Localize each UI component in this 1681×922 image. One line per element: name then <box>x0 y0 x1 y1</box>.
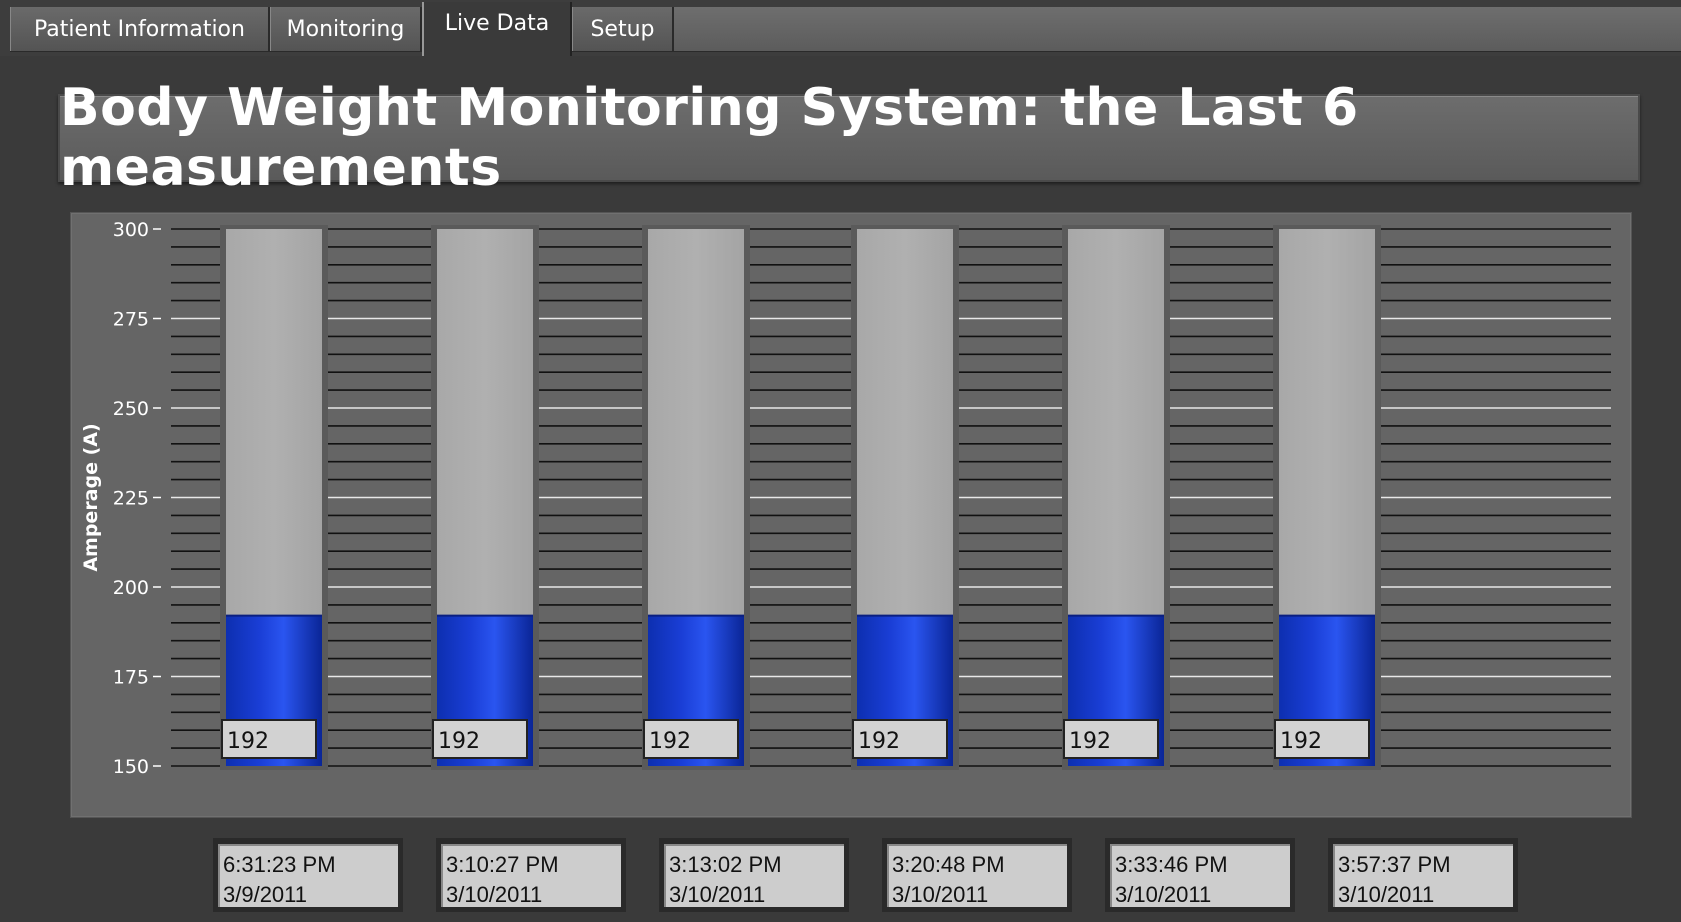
amperage-bar-chart: 150 175 200 225 250 275 300 Amperage (A) 192 192 1… <box>80 219 1611 778</box>
y-tick-label: 175 <box>113 667 149 689</box>
timestamp-box: 3:10:27 PM 3/10/2011 <box>436 838 626 912</box>
tab-setup[interactable]: Setup <box>572 7 674 51</box>
timestamp-time: 6:31:23 PM <box>223 852 336 877</box>
timestamp-date: 3/10/2011 <box>669 882 766 907</box>
timestamp-box: 3:20:48 PM 3/10/2011 <box>882 838 1072 912</box>
bar-value-label: 192 <box>438 729 480 754</box>
timestamp-box: 3:33:46 PM 3/10/2011 <box>1105 838 1295 912</box>
y-tick-label: 300 <box>113 219 149 241</box>
y-tick-label: 200 <box>113 577 149 599</box>
tab-live-data[interactable]: Live Data <box>422 2 572 58</box>
timestamp-display: 3:13:02 PM 3/10/2011 <box>664 844 844 907</box>
tab-monitoring[interactable]: Monitoring <box>270 7 422 51</box>
timestamp-time: 3:13:02 PM <box>669 852 782 877</box>
page-title: Body Weight Monitoring System: the Last … <box>60 78 1359 198</box>
y-tick-label: 275 <box>113 309 149 331</box>
timestamp-time: 3:33:46 PM <box>1115 852 1228 877</box>
timestamp-display: 3:20:48 PM 3/10/2011 <box>887 844 1067 907</box>
timestamp-display: 3:57:37 PM 3/10/2011 <box>1333 844 1513 907</box>
timestamp-time: 3:57:37 PM <box>1338 852 1451 877</box>
bar-value-label: 192 <box>227 729 269 754</box>
y-tick-label: 250 <box>113 398 149 420</box>
chart-panel: 150 175 200 225 250 275 300 Amperage (A) 192 192 1… <box>70 212 1632 818</box>
timestamp-time: 3:20:48 PM <box>892 852 1005 877</box>
timestamp-time: 3:10:27 PM <box>446 852 559 877</box>
bar-value-label: 192 <box>649 729 691 754</box>
timestamp-box: 3:57:37 PM 3/10/2011 <box>1328 838 1518 912</box>
timestamp-date: 3/9/2011 <box>223 882 308 907</box>
bar-value-label: 192 <box>858 729 900 754</box>
timestamp-date: 3/10/2011 <box>446 882 543 907</box>
title-banner: Body Weight Monitoring System: the Last … <box>58 78 1640 198</box>
timestamp-box: 3:13:02 PM 3/10/2011 <box>659 838 849 912</box>
timestamp-box: 6:31:23 PM 3/9/2011 <box>213 838 403 912</box>
timestamp-date: 3/10/2011 <box>892 882 989 907</box>
y-tick-label: 150 <box>113 756 149 778</box>
y-axis-label: Amperage (A) <box>80 423 102 571</box>
bar-value-label: 192 <box>1069 729 1111 754</box>
timestamp-date: 3/10/2011 <box>1338 882 1435 907</box>
tab-bar: Patient Information Monitoring Live Data… <box>0 0 1681 58</box>
timestamp-display: 3:10:27 PM 3/10/2011 <box>441 844 621 907</box>
timestamp-date: 3/10/2011 <box>1115 882 1212 907</box>
timestamp-display: 3:33:46 PM 3/10/2011 <box>1110 844 1290 907</box>
timestamp-display: 6:31:23 PM 3/9/2011 <box>218 844 398 907</box>
tab-patient-information[interactable]: Patient Information <box>10 7 270 51</box>
y-tick-label: 225 <box>113 488 149 510</box>
bar-value-label: 192 <box>1280 729 1322 754</box>
